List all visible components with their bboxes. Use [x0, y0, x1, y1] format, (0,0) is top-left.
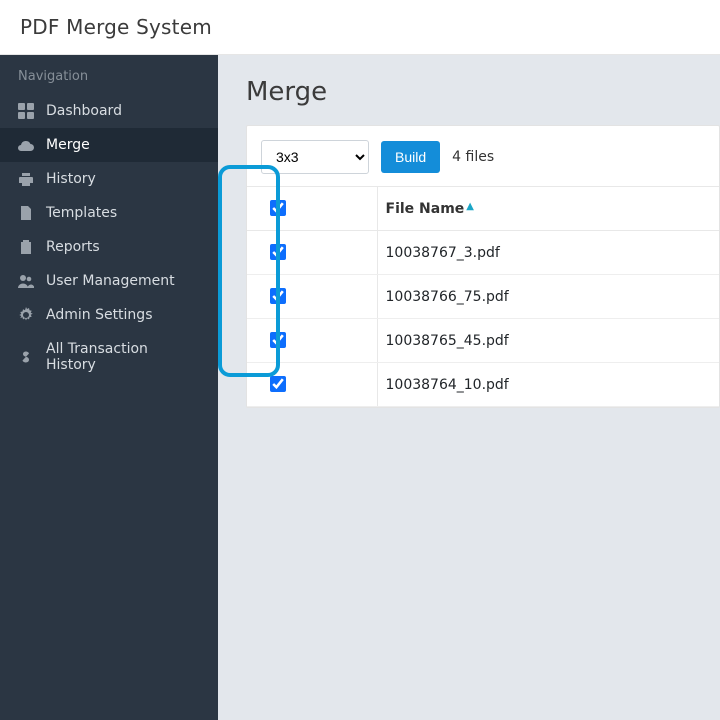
top-bar: PDF Merge System	[0, 0, 720, 55]
sidebar-item-label: History	[46, 171, 96, 187]
sidebar-item-label: All Transaction History	[46, 341, 200, 373]
sidebar-item-dashboard[interactable]: Dashboard	[0, 94, 218, 128]
file-icon	[18, 205, 34, 221]
grid-icon	[18, 103, 34, 119]
filename-header[interactable]: File Name	[386, 201, 465, 217]
clipboard-icon	[18, 239, 34, 255]
sidebar-item-history[interactable]: History	[0, 162, 218, 196]
sidebar-item-label: Reports	[46, 239, 100, 255]
select-all-checkbox[interactable]	[270, 200, 286, 216]
build-button[interactable]: Build	[381, 141, 440, 173]
sidebar-item-label: Dashboard	[46, 103, 122, 119]
printer-icon	[18, 171, 34, 187]
sidebar-item-label: Templates	[46, 205, 117, 221]
grid-size-select[interactable]: 3x3	[261, 140, 369, 174]
files-table: File Name▲ 10038767_3.pdf 10038766_75.pd…	[247, 186, 719, 407]
sidebar-item-all-transaction-history[interactable]: All Transaction History	[0, 332, 218, 382]
row-checkbox[interactable]	[270, 376, 286, 392]
table-row: 10038766_75.pdf	[247, 275, 719, 319]
app-title: PDF Merge System	[20, 15, 212, 39]
toolbar: 3x3 Build 4 files	[247, 140, 719, 186]
table-row: 10038765_45.pdf	[247, 319, 719, 363]
row-checkbox[interactable]	[270, 244, 286, 260]
merge-card: 3x3 Build 4 files File Name▲	[246, 125, 720, 408]
page-title: Merge	[246, 77, 720, 107]
content-area: Merge 3x3 Build 4 files Fil	[218, 55, 720, 720]
sidebar: Navigation Dashboard Merge History Templ…	[0, 55, 218, 720]
gears-icon	[18, 307, 34, 323]
row-checkbox[interactable]	[270, 332, 286, 348]
sidebar-item-label: Merge	[46, 137, 90, 153]
sidebar-item-reports[interactable]: Reports	[0, 230, 218, 264]
filename-cell: 10038766_75.pdf	[377, 275, 719, 319]
sidebar-item-label: Admin Settings	[46, 307, 153, 323]
filename-cell: 10038764_10.pdf	[377, 363, 719, 407]
row-checkbox[interactable]	[270, 288, 286, 304]
sidebar-item-templates[interactable]: Templates	[0, 196, 218, 230]
filename-cell: 10038767_3.pdf	[377, 231, 719, 275]
table-row: 10038767_3.pdf	[247, 231, 719, 275]
dollar-icon	[18, 349, 34, 365]
sort-asc-icon: ▲	[466, 201, 474, 212]
sidebar-item-merge[interactable]: Merge	[0, 128, 218, 162]
sidebar-item-admin-settings[interactable]: Admin Settings	[0, 298, 218, 332]
cloud-upload-icon	[18, 137, 34, 153]
filename-cell: 10038765_45.pdf	[377, 319, 719, 363]
sidebar-item-user-management[interactable]: User Management	[0, 264, 218, 298]
table-header-row: File Name▲	[247, 187, 719, 231]
file-count: 4 files	[452, 149, 494, 165]
table-row: 10038764_10.pdf	[247, 363, 719, 407]
users-icon	[18, 273, 34, 289]
nav-heading: Navigation	[0, 55, 218, 94]
sidebar-item-label: User Management	[46, 273, 175, 289]
